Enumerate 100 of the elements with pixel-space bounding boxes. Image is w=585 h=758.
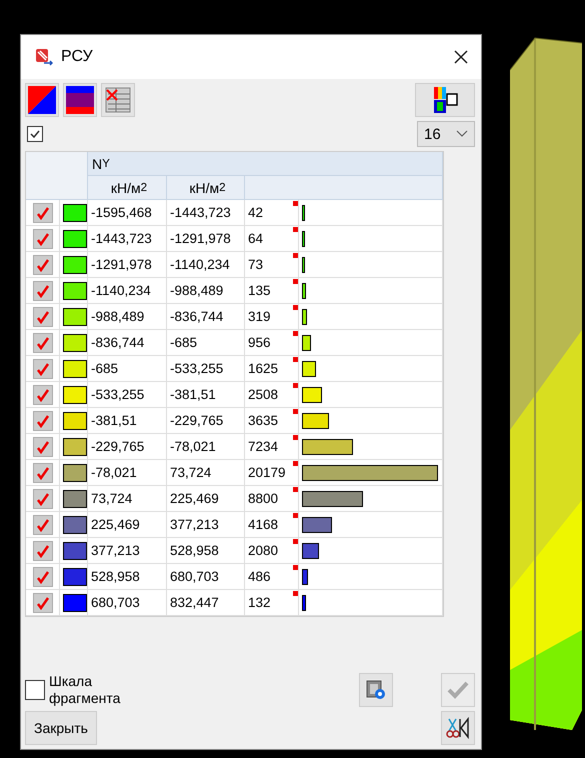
table-cell: 2080 — [248, 543, 278, 558]
table-cell: -381,51 — [88, 408, 167, 434]
table-cell: 8800 — [248, 491, 278, 506]
table-cell: 73 — [248, 257, 264, 272]
chevron-down-icon — [456, 130, 468, 138]
row-checkbox[interactable] — [32, 306, 52, 326]
table-cell: 225,469 — [88, 512, 167, 538]
table-cell: -533,255 — [88, 382, 167, 408]
table-cell: 135 — [248, 283, 271, 298]
color-swatch[interactable] — [63, 308, 87, 326]
table-cell: 7234 — [248, 439, 278, 454]
table-cell: -381,51 — [167, 382, 245, 408]
row-checkbox[interactable] — [32, 488, 52, 508]
table-cell: -836,744 — [167, 304, 245, 330]
marker-icon — [293, 513, 298, 518]
diagonal-color-button[interactable] — [25, 83, 59, 117]
row-checkbox[interactable] — [32, 358, 52, 378]
table-cell: 73,724 — [167, 460, 245, 486]
color-swatch[interactable] — [63, 464, 87, 482]
color-swatch[interactable] — [63, 438, 87, 456]
row-checkbox[interactable] — [32, 566, 52, 586]
table-cell: -1291,978 — [88, 252, 167, 278]
row-checkbox[interactable] — [32, 228, 52, 248]
table-cell: -836,744 — [88, 330, 167, 356]
table-cell: -229,765 — [167, 408, 245, 434]
color-swatch[interactable] — [63, 412, 87, 430]
table-cell: -1140,234 — [88, 278, 167, 304]
color-swatch[interactable] — [63, 594, 87, 612]
table-cell: -78,021 — [167, 434, 245, 460]
table-cell: 225,469 — [167, 486, 245, 512]
table-cell: 132 — [248, 595, 271, 610]
color-swatch[interactable] — [63, 256, 87, 274]
table-cell: -1140,234 — [167, 252, 245, 278]
color-swatch[interactable] — [63, 386, 87, 404]
window-title: РСУ — [61, 48, 93, 66]
show-checkbox[interactable] — [27, 126, 43, 142]
row-checkbox[interactable] — [32, 462, 52, 482]
checkbox-label: Шкала фрагмента — [49, 673, 122, 707]
table-cell: -229,765 — [88, 434, 167, 460]
color-swatch[interactable] — [63, 490, 87, 508]
row-checkbox[interactable] — [32, 592, 52, 612]
stripe-color-button[interactable] — [63, 83, 97, 117]
table-cell: -1443,723 — [88, 226, 167, 252]
app-icon — [35, 48, 53, 66]
table-cell: 1625 — [248, 361, 278, 376]
close-button[interactable]: Закрыть — [25, 711, 97, 745]
row-checkbox[interactable] — [32, 436, 52, 456]
table-cell: 3635 — [248, 413, 278, 428]
palette-button[interactable] — [415, 83, 475, 117]
row-checkbox[interactable] — [32, 540, 52, 560]
row-checkbox[interactable] — [32, 202, 52, 222]
table-cell: -78,021 — [88, 460, 167, 486]
marker-icon — [293, 305, 298, 310]
row-checkbox[interactable] — [32, 410, 52, 430]
color-swatch[interactable] — [63, 230, 87, 248]
table-cell: 528,958 — [167, 538, 245, 564]
color-swatch[interactable] — [63, 334, 87, 352]
color-swatch[interactable] — [63, 542, 87, 560]
table-cell: 319 — [248, 309, 271, 324]
color-swatch[interactable] — [63, 516, 87, 534]
row-checkbox[interactable] — [32, 332, 52, 352]
cut-button[interactable] — [441, 711, 475, 745]
marker-icon — [293, 409, 298, 414]
row-checkbox[interactable] — [32, 514, 52, 534]
fragment-scale-checkbox[interactable] — [25, 680, 45, 700]
settings-button[interactable] — [359, 673, 393, 707]
row-checkbox[interactable] — [32, 254, 52, 274]
color-swatch[interactable] — [63, 568, 87, 586]
check-icon — [29, 128, 41, 140]
marker-icon — [293, 201, 298, 206]
table-cell: -1443,723 — [167, 200, 245, 226]
table-cell: 680,703 — [167, 564, 245, 590]
marker-icon — [293, 565, 298, 570]
color-swatch[interactable] — [63, 282, 87, 300]
close-icon[interactable] — [453, 49, 469, 65]
table-cell: 832,447 — [167, 590, 245, 616]
table-cell: 956 — [248, 335, 271, 350]
settings-icon — [365, 679, 387, 701]
table-cell: 42 — [248, 205, 264, 220]
table-cell: 4168 — [248, 517, 278, 532]
row-checkbox[interactable] — [32, 280, 52, 300]
marker-icon — [293, 383, 298, 388]
checkmark-icon — [446, 679, 470, 701]
marker-icon — [293, 279, 298, 284]
levels-dropdown[interactable]: 16 — [417, 121, 475, 147]
row-checkbox[interactable] — [32, 384, 52, 404]
table-cell: -533,255 — [167, 356, 245, 382]
table-cell: 377,213 — [167, 512, 245, 538]
header-cell — [26, 152, 88, 200]
table-cell: 73,724 — [88, 486, 167, 512]
marker-icon — [293, 357, 298, 362]
table-cell: 20179 — [248, 465, 286, 480]
marker-icon — [293, 331, 298, 336]
color-swatch[interactable] — [63, 204, 87, 222]
clear-table-button[interactable] — [101, 83, 135, 117]
marker-icon — [293, 487, 298, 492]
table-cell: 680,703 — [88, 590, 167, 616]
table-cell: -1291,978 — [167, 226, 245, 252]
table-cell: -685 — [167, 330, 245, 356]
color-swatch[interactable] — [63, 360, 87, 378]
